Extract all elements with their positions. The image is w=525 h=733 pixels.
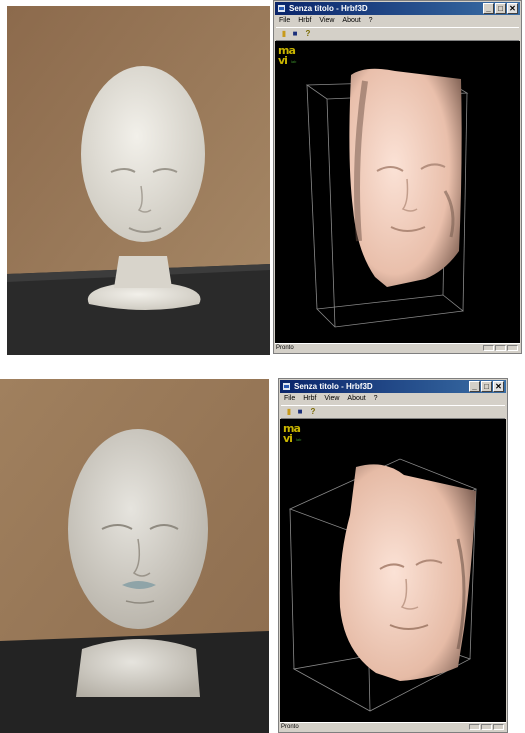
window-title: Senza titolo - Hrbf3D [289,4,368,13]
status-text: Pronto [276,345,294,351]
status-bar: Pronto [280,722,506,731]
app-icon [277,4,286,13]
toolbar: ▮ ■ ? [276,27,519,41]
status-pane [481,724,492,730]
window-title: Senza titolo - Hrbf3D [294,382,373,391]
title-bar[interactable]: Senza titolo - Hrbf3D _ □ ✕ [280,380,506,393]
menu-bar: File Hrbf View About ? [281,394,505,404]
save-disk-icon[interactable]: ■ [290,29,300,39]
status-pane [493,724,504,730]
menu-help[interactable]: ? [374,395,378,402]
status-pane [507,345,518,351]
menu-bar: File Hrbf View About ? [276,16,519,26]
menu-about[interactable]: About [347,395,365,402]
face-surface [339,464,476,681]
menu-about[interactable]: About [342,17,360,24]
status-pane [495,345,506,351]
menu-view[interactable]: View [324,395,339,402]
menu-view[interactable]: View [319,17,334,24]
status-pane [483,345,494,351]
close-button[interactable]: ✕ [493,381,504,392]
status-bar: Pronto [275,343,520,352]
menu-hrbf[interactable]: Hrbf [298,17,311,24]
menu-help[interactable]: ? [369,17,373,24]
menu-hrbf[interactable]: Hrbf [303,395,316,402]
3d-scene [288,458,478,712]
title-bar[interactable]: Senza titolo - Hrbf3D _ □ ✕ [275,2,520,15]
face-surface [349,68,462,287]
app-window-2: Senza titolo - Hrbf3D _ □ ✕ File Hrbf Vi… [278,378,508,733]
status-pane [469,724,480,730]
3d-viewport[interactable]: ma vi lab [280,419,506,723]
save-disk-icon[interactable]: ■ [295,407,305,417]
menu-file[interactable]: File [284,395,295,402]
toolbar: ▮ ■ ? [281,405,505,419]
app-icon [282,382,291,391]
help-icon[interactable]: ? [303,29,313,39]
open-folder-icon[interactable]: ▮ [279,29,289,39]
status-text: Pronto [281,724,299,730]
3d-viewport[interactable]: ma vi lab [275,41,520,344]
help-icon[interactable]: ? [308,407,318,417]
maximize-button[interactable]: □ [481,381,492,392]
close-button[interactable]: ✕ [507,3,518,14]
photo-mannequin-head-2 [0,379,269,733]
3d-scene [305,68,469,328]
menu-file[interactable]: File [279,17,290,24]
photo-mannequin-head-1 [7,6,270,355]
app-window-1: Senza titolo - Hrbf3D _ □ ✕ File Hrbf Vi… [273,0,522,354]
maximize-button[interactable]: □ [495,3,506,14]
minimize-button[interactable]: _ [483,3,494,14]
open-folder-icon[interactable]: ▮ [284,407,294,417]
minimize-button[interactable]: _ [469,381,480,392]
